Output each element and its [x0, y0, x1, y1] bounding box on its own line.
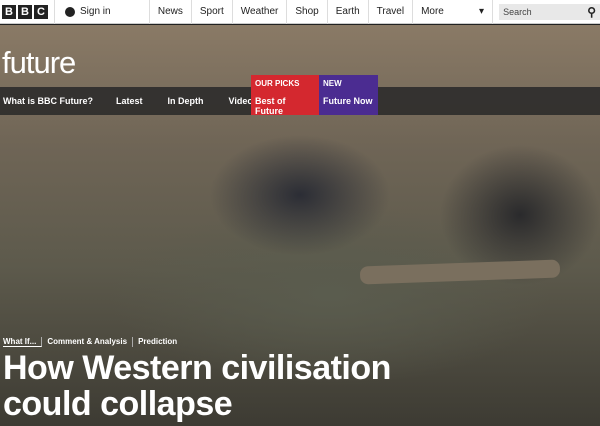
global-nav: News Sport Weather Shop Earth Travel Mor… [150, 0, 494, 24]
nav-travel[interactable]: Travel [369, 0, 414, 24]
logo-letter: B [2, 4, 16, 19]
nav-sport[interactable]: Sport [192, 0, 233, 24]
sign-in-label: Sign in [80, 6, 111, 17]
subnav-in-depth[interactable]: In Depth [165, 96, 226, 106]
logo-letter: C [34, 4, 48, 19]
pick-label: Future Now [323, 96, 373, 106]
tag-comment-analysis[interactable]: Comment & Analysis [42, 337, 134, 347]
nav-earth[interactable]: Earth [328, 0, 369, 24]
nav-news[interactable]: News [150, 0, 192, 24]
our-picks-best-of-future[interactable]: OUR PICKS Best of Future [251, 75, 319, 116]
pick-label: Best of Future [255, 96, 286, 116]
article-title[interactable]: How Western civilisation could collapse [3, 350, 463, 422]
search-icon[interactable]: ⚲ [587, 5, 596, 19]
bbc-logo[interactable]: B B C [0, 0, 55, 24]
chevron-down-icon: ▾ [479, 6, 485, 17]
pick-kicker: OUR PICKS [255, 79, 300, 88]
new-future-now[interactable]: NEW Future Now [319, 75, 378, 115]
tag-prediction[interactable]: Prediction [133, 337, 182, 347]
tank-barrel [359, 259, 561, 285]
tag-what-if[interactable]: What If... [3, 337, 43, 347]
user-icon [65, 6, 75, 17]
search-placeholder: Search [503, 6, 532, 17]
bbc-global-header: B B C Sign in News Sport Weather Shop Ea… [0, 0, 600, 24]
sign-in-link[interactable]: Sign in [55, 0, 150, 24]
nav-more[interactable]: More ▾ [413, 0, 494, 24]
subnav-what-is[interactable]: What is BBC Future? [0, 96, 113, 106]
article-tags: What If... Comment & Analysis Prediction [3, 337, 182, 347]
nav-shop[interactable]: Shop [287, 0, 328, 24]
search-input[interactable]: Search ⚲ [499, 3, 600, 20]
nav-weather[interactable]: Weather [233, 0, 288, 24]
pick-kicker: NEW [323, 79, 342, 88]
logo-letter: B [18, 4, 32, 19]
more-label: More [421, 6, 444, 17]
subnav-latest[interactable]: Latest [113, 96, 165, 106]
future-logo[interactable]: future [2, 45, 76, 81]
